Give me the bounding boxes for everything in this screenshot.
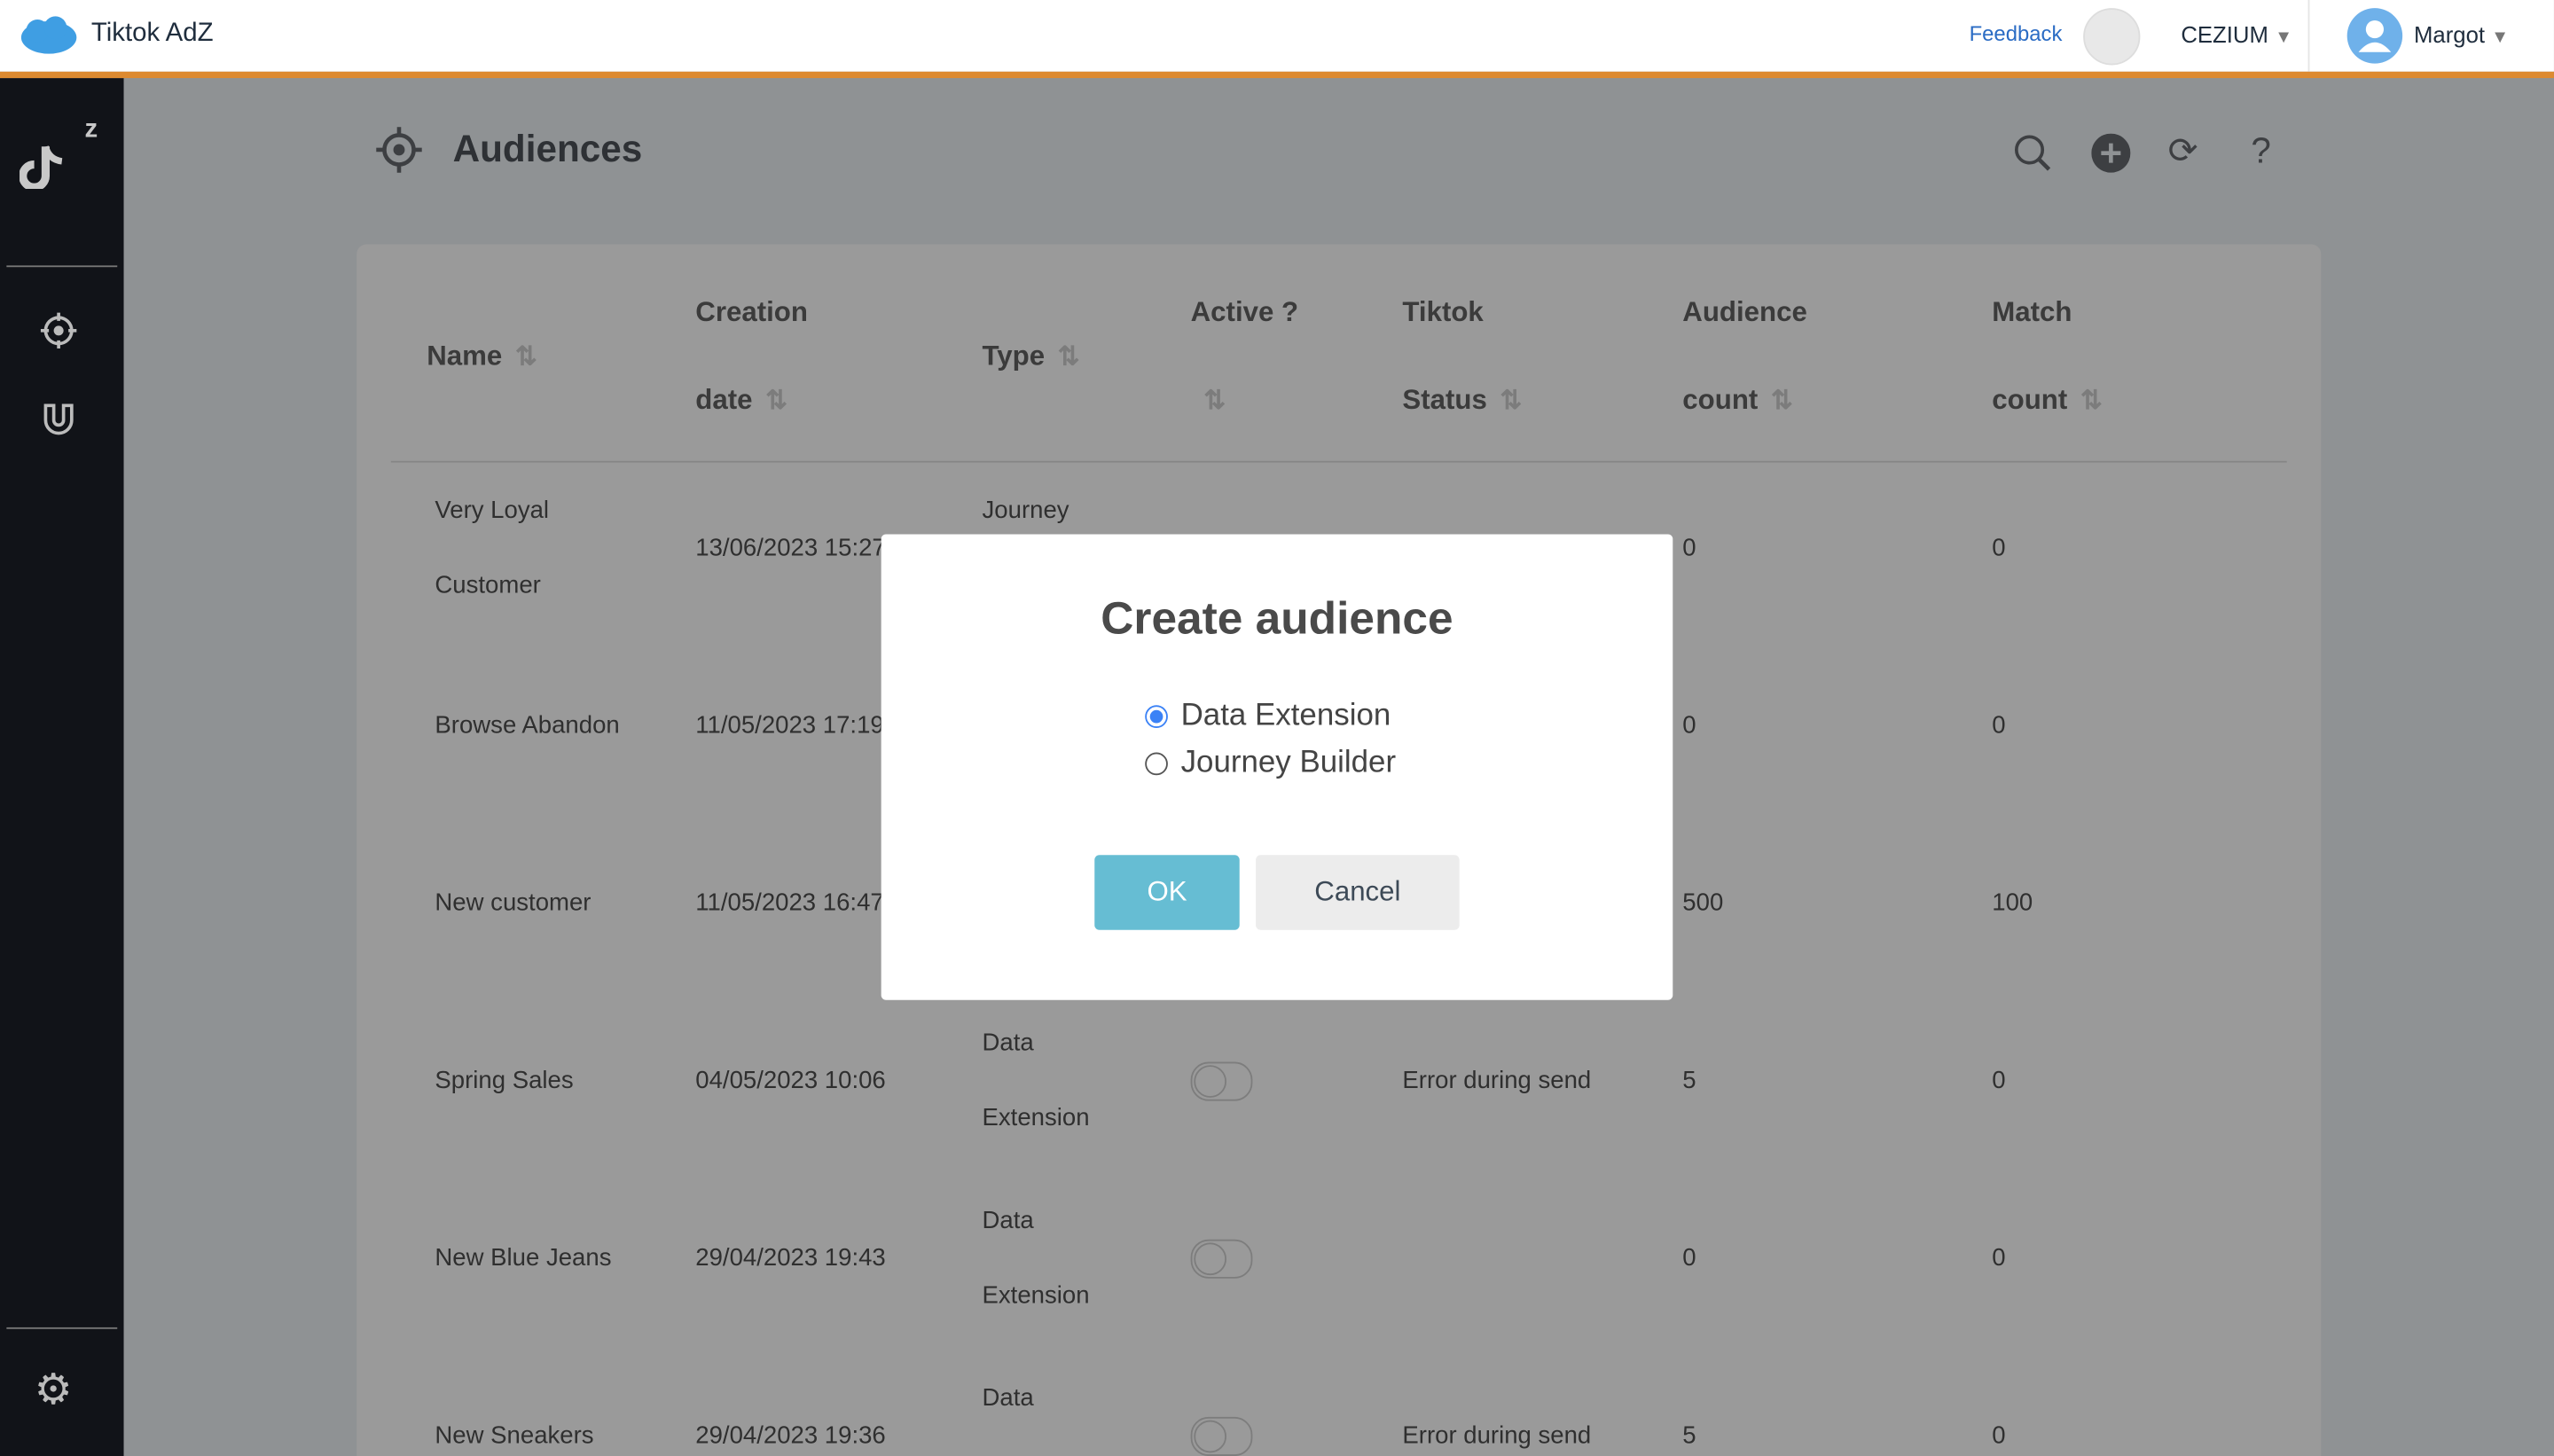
radio-data-extension[interactable]: Data Extension [1145, 699, 1391, 734]
user-menu[interactable]: Margot ▼ [2414, 21, 2509, 47]
user-name: Margot [2413, 20, 2486, 48]
org-dropdown[interactable]: CEZIUM ▼ [2181, 21, 2292, 47]
chevron-down-icon: ▼ [2275, 27, 2293, 48]
radio-label: Data Extension [1180, 698, 1391, 733]
radio-label: Journey Builder [1180, 746, 1397, 780]
divider [2307, 0, 2310, 72]
salesforce-cloud-icon [20, 16, 77, 54]
org-name: CEZIUM [2181, 20, 2268, 48]
user-avatar-icon[interactable] [2346, 8, 2403, 64]
top-header: Tiktok AdZ Feedback CEZIUM ▼ Margot ▼ [0, 0, 2554, 72]
feedback-link[interactable]: Feedback [1970, 21, 2063, 46]
app-title: Tiktok AdZ [90, 20, 214, 48]
modal-title: Create audience [1101, 592, 1453, 644]
cancel-button[interactable]: Cancel [1256, 855, 1460, 930]
chevron-down-icon: ▼ [2491, 27, 2510, 48]
einstein-avatar [2083, 8, 2141, 66]
radio-journey-builder[interactable]: Journey Builder [1145, 746, 1396, 781]
radio-unselected-icon[interactable] [1145, 752, 1168, 776]
radio-selected-icon[interactable] [1145, 705, 1168, 729]
create-audience-modal: Create audience Data Extension Journey B… [881, 534, 1673, 1000]
accent-bar [0, 71, 2554, 79]
ok-button[interactable]: OK [1094, 855, 1240, 930]
